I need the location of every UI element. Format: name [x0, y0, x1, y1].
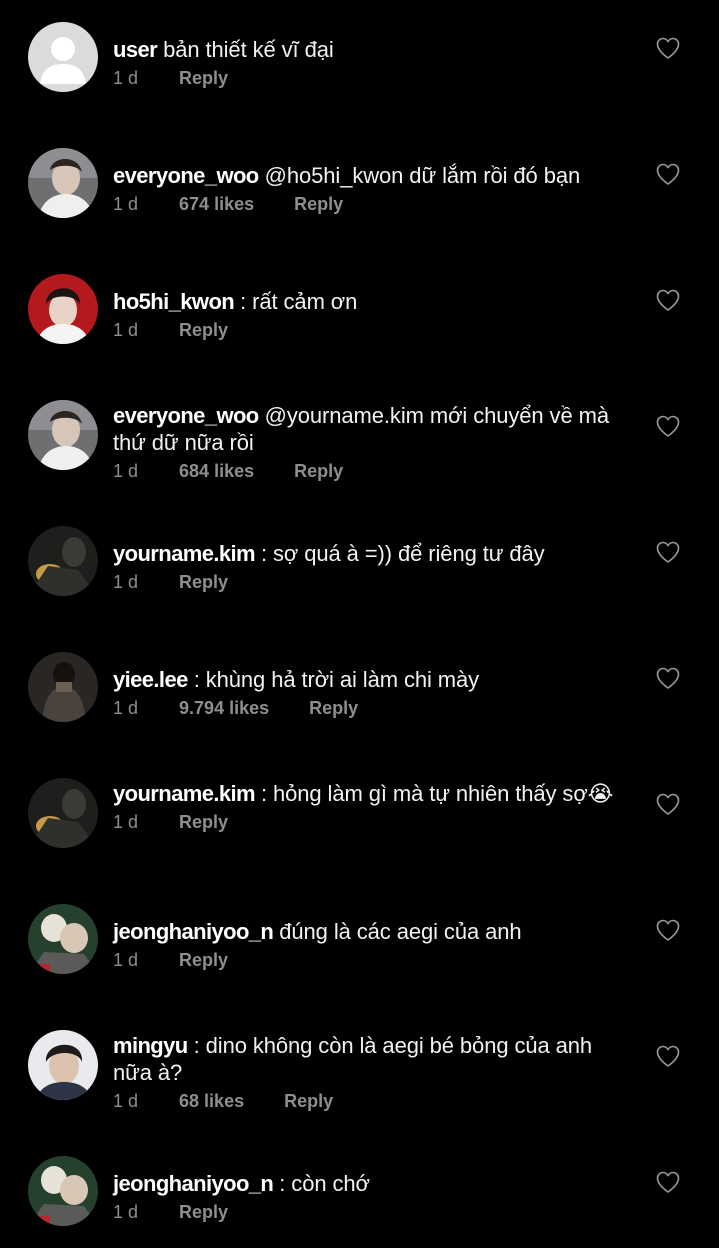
comment-text: everyone_woo @ho5hi_kwon dữ lắm rồi đó bạ… — [113, 162, 633, 189]
comment-time: 1 d — [113, 194, 139, 214]
like-count[interactable]: 674 likes — [179, 193, 254, 215]
comment-username[interactable]: yourname.kim — [113, 541, 256, 566]
comment-time: 1 d — [113, 572, 139, 592]
comment-time: 1 d — [113, 950, 139, 970]
comment-meta: 1 d 9.794 likes Reply — [113, 697, 633, 719]
comment-time: 1 d — [113, 320, 139, 340]
user-avatar[interactable] — [28, 778, 98, 848]
reply-button[interactable]: Reply — [294, 460, 343, 482]
comment-text: jeonghaniyoo_n đúng là các aegi của anh — [113, 918, 633, 945]
comment-username[interactable]: yourname.kim — [113, 781, 256, 806]
heart-outline-icon[interactable] — [655, 666, 681, 690]
comment-username[interactable]: mingyu — [113, 1033, 188, 1058]
reply-button[interactable]: Reply — [179, 319, 228, 341]
heart-outline-icon[interactable] — [655, 288, 681, 312]
comment-content: @ho5hi_kwon dữ lắm rồi đó bạn — [264, 163, 581, 188]
profile-photo — [28, 1030, 98, 1100]
heart-outline-icon[interactable] — [655, 1170, 681, 1194]
comment-content: : sợ quá à =)) để riêng tư đây — [260, 541, 545, 566]
comment-username[interactable]: jeonghaniyoo_n — [113, 919, 274, 944]
user-avatar[interactable] — [28, 526, 98, 596]
comment-meta: 1 d Reply — [113, 811, 633, 833]
profile-photo — [28, 778, 98, 848]
comment-text: everyone_woo @yourname.kim mới chuyển về … — [113, 402, 633, 456]
comment-username[interactable]: everyone_woo — [113, 163, 259, 188]
profile-photo — [28, 526, 98, 596]
comment-content: : khùng hả trời ai làm chi mày — [193, 667, 480, 692]
heart-outline-icon[interactable] — [655, 540, 681, 564]
profile-photo — [28, 652, 98, 722]
comment-content: : còn chớ — [279, 1171, 370, 1196]
comment-time: 1 d — [113, 461, 139, 481]
reply-button[interactable]: Reply — [294, 193, 343, 215]
comment-text: jeonghaniyoo_n: còn chớ — [113, 1170, 633, 1197]
comment-content: : hỏng làm gì mà tự nhiên thấy sợ😭 — [260, 781, 614, 806]
comment-content: bản thiết kế vĩ đại — [163, 37, 334, 62]
reply-button[interactable]: Reply — [179, 1201, 228, 1223]
comment-content: đúng là các aegi của anh — [279, 919, 522, 944]
user-silhouette-icon — [28, 22, 98, 92]
comment-username[interactable]: jeonghaniyoo_n — [113, 1171, 274, 1196]
comment-meta: 1 d Reply — [113, 949, 633, 971]
heart-outline-icon[interactable] — [655, 36, 681, 60]
profile-photo — [28, 1156, 98, 1226]
user-avatar[interactable] — [28, 652, 98, 722]
comment-meta: 1 d 684 likes Reply — [113, 460, 633, 482]
profile-photo — [28, 274, 98, 344]
user-avatar[interactable] — [28, 148, 98, 218]
like-count[interactable]: 9.794 likes — [179, 697, 269, 719]
comment-meta: 1 d Reply — [113, 1201, 633, 1223]
like-count[interactable]: 684 likes — [179, 460, 254, 482]
comment-text: yiee.lee: khùng hả trời ai làm chi mày — [113, 666, 633, 693]
comment-username[interactable]: everyone_woo — [113, 403, 259, 428]
profile-photo — [28, 400, 98, 470]
user-avatar[interactable] — [28, 904, 98, 974]
heart-outline-icon[interactable] — [655, 1044, 681, 1068]
comment-time: 1 d — [113, 698, 139, 718]
comment-text: yourname.kim: sợ quá à =)) để riêng tư đ… — [113, 540, 633, 567]
user-avatar[interactable] — [28, 1156, 98, 1226]
user-avatar[interactable] — [28, 1030, 98, 1100]
reply-button[interactable]: Reply — [179, 811, 228, 833]
comment-time: 1 d — [113, 68, 139, 88]
comment-text: ho5hi_kwon: rất cảm ơn — [113, 288, 633, 315]
profile-photo — [28, 148, 98, 218]
comment-text: user bản thiết kế vĩ đại — [113, 36, 633, 63]
comment-username[interactable]: user — [113, 37, 158, 62]
user-avatar[interactable] — [28, 400, 98, 470]
user-avatar[interactable] — [28, 274, 98, 344]
comment-username[interactable]: yiee.lee — [113, 667, 188, 692]
heart-outline-icon[interactable] — [655, 918, 681, 942]
heart-outline-icon[interactable] — [655, 792, 681, 816]
reply-button[interactable]: Reply — [309, 697, 358, 719]
comment-meta: 1 d Reply — [113, 67, 633, 89]
comment-text: mingyu: dino không còn là aegi bé bỏng c… — [113, 1032, 633, 1086]
comment-meta: 1 d 674 likes Reply — [113, 193, 633, 215]
heart-outline-icon[interactable] — [655, 414, 681, 438]
comment-username[interactable]: ho5hi_kwon — [113, 289, 235, 314]
comment-content: : rất cảm ơn — [240, 289, 358, 314]
comment-meta: 1 d 68 likes Reply — [113, 1090, 633, 1112]
like-count[interactable]: 68 likes — [179, 1090, 244, 1112]
reply-button[interactable]: Reply — [284, 1090, 333, 1112]
comment-meta: 1 d Reply — [113, 319, 633, 341]
reply-button[interactable]: Reply — [179, 949, 228, 971]
default-user-avatar[interactable] — [28, 22, 98, 92]
comment-text: yourname.kim: hỏng làm gì mà tự nhiên th… — [113, 780, 633, 807]
comment-time: 1 d — [113, 1091, 139, 1111]
comment-time: 1 d — [113, 1202, 139, 1222]
comment-meta: 1 d Reply — [113, 571, 633, 593]
profile-photo — [28, 904, 98, 974]
reply-button[interactable]: Reply — [179, 571, 228, 593]
comment-time: 1 d — [113, 812, 139, 832]
reply-button[interactable]: Reply — [179, 67, 228, 89]
heart-outline-icon[interactable] — [655, 162, 681, 186]
